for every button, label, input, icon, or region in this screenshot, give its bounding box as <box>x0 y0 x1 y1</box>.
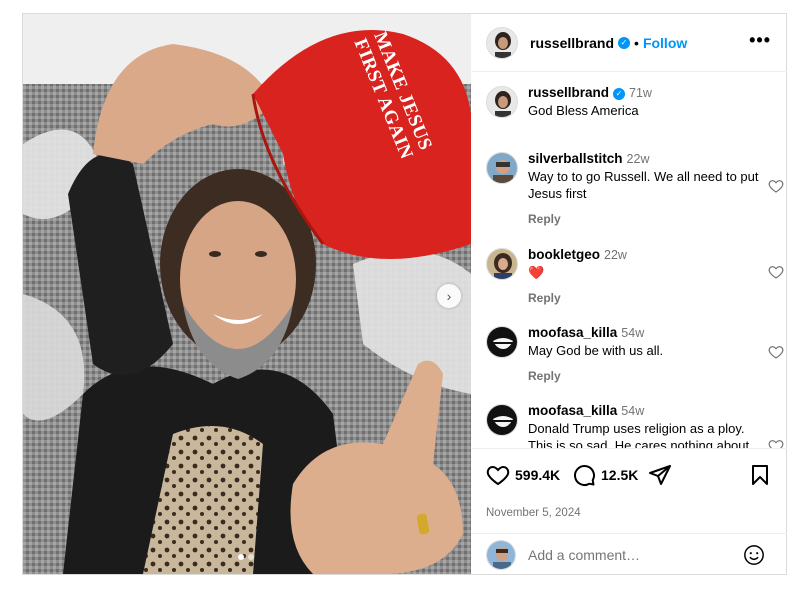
carousel-next-button[interactable]: › <box>437 284 461 308</box>
reply-button[interactable]: Reply <box>528 212 561 226</box>
comment-like-heart-icon[interactable] <box>768 178 784 194</box>
share-icon[interactable] <box>648 463 672 487</box>
comment-username[interactable]: moofasa_killa <box>528 325 617 340</box>
commenter-avatar[interactable] <box>486 152 518 184</box>
author-username[interactable]: russellbrand <box>530 35 614 51</box>
comment-time: 22w <box>604 248 627 262</box>
comment-time: 54w <box>621 404 645 418</box>
comment-count: 12.5K <box>601 467 639 483</box>
emoji-icon[interactable] <box>743 544 765 566</box>
comment-like-heart-icon[interactable] <box>768 264 784 280</box>
current-user-avatar <box>486 539 516 570</box>
comment-body: bookletgeo 22w ❤️ <box>528 246 760 281</box>
comment-like-heart-icon[interactable] <box>768 344 784 360</box>
verified-badge-icon: ✓ <box>618 36 631 49</box>
author-avatar[interactable] <box>486 26 518 59</box>
separator-dot: • <box>634 34 639 51</box>
post-date: November 5, 2024 <box>486 507 581 519</box>
comment-time: 22w <box>626 152 650 166</box>
comment-text: Way to to go Russell. We all need to put… <box>528 169 759 201</box>
share-action[interactable] <box>648 463 672 487</box>
like-count: 599.4K <box>515 467 561 483</box>
commenter-avatar[interactable] <box>486 248 518 280</box>
comment-text: Donald Trump uses religion as a ploy. Th… <box>528 421 750 448</box>
comment-username[interactable]: moofasa_killa <box>528 403 617 418</box>
comment-body: moofasa_killa 54w May God be with us all. <box>528 324 760 359</box>
caption-avatar[interactable] <box>486 86 518 118</box>
post-side-panel: russellbrand ✓ • Follow ••• russellbrand… <box>472 14 787 574</box>
carousel-dot <box>248 554 254 560</box>
comment-like-heart-icon[interactable] <box>768 438 784 448</box>
commenter-avatar[interactable] <box>486 404 518 436</box>
carousel-dot-active <box>238 554 244 560</box>
comment-icon[interactable] <box>572 463 596 487</box>
post-actions: 599.4K 12.5K November 5, 2024 <box>472 448 787 574</box>
like-action[interactable]: 599.4K <box>486 463 560 487</box>
instagram-post: MAKE JESUS FIRST AGAIN › russellbrand ✓ … <box>22 13 787 575</box>
comment-body: silverballstitch 22w Way to to go Russell… <box>528 150 760 202</box>
comment-text: ❤️ <box>528 265 545 280</box>
save-action[interactable] <box>748 463 772 487</box>
more-options-icon[interactable]: ••• <box>749 30 771 51</box>
post-photo[interactable]: MAKE JESUS FIRST AGAIN › <box>23 14 471 574</box>
comment-text: May God be with us all. <box>528 343 664 358</box>
comment-time: 54w <box>621 326 645 340</box>
reply-button[interactable]: Reply <box>528 369 561 383</box>
carousel-dots <box>238 554 254 560</box>
comments-list[interactable]: russellbrand ✓ 71w God Bless America sil… <box>472 72 787 448</box>
comment-username[interactable]: bookletgeo <box>528 247 600 262</box>
caption-username[interactable]: russellbrand <box>528 85 609 100</box>
chevron-right-icon: › <box>446 288 452 304</box>
caption-text: God Bless America <box>528 103 639 118</box>
caption-body: russellbrand ✓ 71w God Bless America <box>528 84 760 119</box>
caption-time: 71w <box>629 86 652 100</box>
post-header: russellbrand ✓ • Follow ••• <box>472 14 787 72</box>
comment-action[interactable]: 12.5K <box>572 463 638 487</box>
comment-body: moofasa_killa 54w Donald Trump uses relig… <box>528 402 760 448</box>
reply-button[interactable]: Reply <box>528 291 561 305</box>
commenter-avatar[interactable] <box>486 326 518 358</box>
bookmark-icon[interactable] <box>748 463 772 487</box>
comment-username[interactable]: silverballstitch <box>528 151 623 166</box>
follow-button[interactable]: Follow <box>643 35 687 51</box>
heart-icon[interactable] <box>486 463 510 487</box>
header-user-block: russellbrand ✓ • Follow <box>530 35 687 51</box>
add-comment-bar <box>472 533 787 575</box>
verified-badge-icon: ✓ <box>613 88 626 100</box>
